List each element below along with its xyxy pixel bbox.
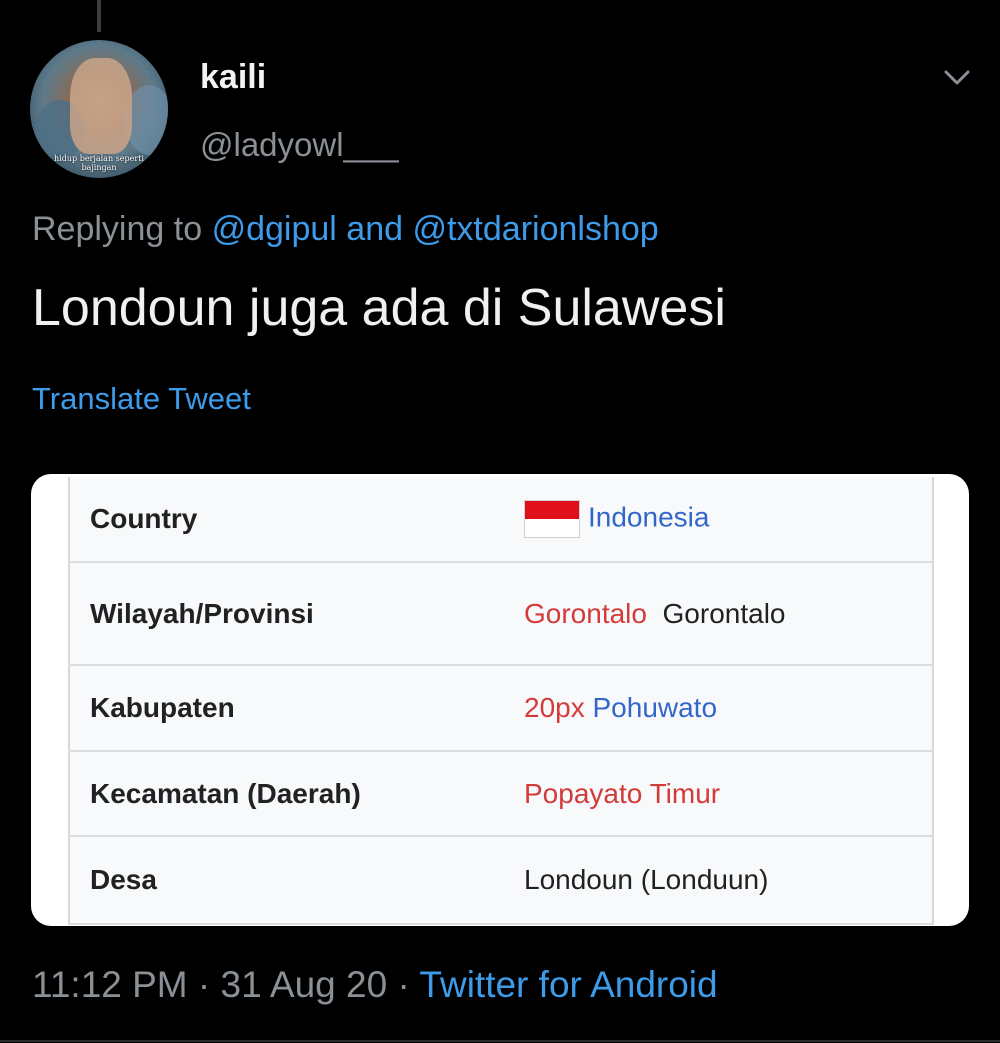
row-label: Desa: [69, 836, 504, 925]
replying-to-joiner: and: [346, 210, 404, 248]
chevron-down-icon[interactable]: [940, 60, 974, 94]
row-label: Country: [69, 477, 504, 563]
table-row: Kabupaten 20px Pohuwato: [69, 665, 933, 752]
divider: [0, 1040, 1000, 1042]
thread-connector-line: [97, 0, 101, 32]
translate-tweet-link[interactable]: Translate Tweet: [32, 381, 251, 417]
row-value: 20px Pohuwato: [504, 665, 933, 752]
author-handle[interactable]: @ladyowl___: [200, 126, 399, 164]
mention-link[interactable]: @dgipul: [212, 210, 337, 248]
tweet-text: Londoun juga ada di Sulawesi: [32, 279, 726, 337]
indonesia-flag-icon: [524, 500, 580, 538]
table-row: Country Indonesia: [69, 477, 933, 563]
avatar-art: [70, 58, 132, 154]
tweet-timestamp-line: 11:12 PM · 31 Aug 20 · Twitter for Andro…: [32, 964, 718, 1006]
table-row: Desa Londoun (Londuun): [69, 836, 933, 925]
row-value: Londoun (Londuun): [504, 836, 933, 925]
author-display-name[interactable]: kaili: [200, 58, 266, 97]
table-row: Kecamatan (Daerah) Popayato Timur: [69, 751, 933, 837]
replying-to-prefix: Replying to: [32, 210, 203, 248]
village-text: Londoun (Londuun): [524, 864, 769, 895]
row-label: Kabupaten: [69, 665, 504, 752]
regency-link: Pohuwato: [592, 692, 718, 723]
separator-dot: ·: [397, 964, 410, 1005]
avatar[interactable]: hidup berjalan seperti bajingan: [30, 40, 168, 178]
tweet-time[interactable]: 11:12 PM: [32, 964, 188, 1005]
row-value: Indonesia: [504, 477, 933, 563]
tweet-media-image[interactable]: Country Indonesia Wilayah/Provinsi Goron…: [31, 474, 969, 926]
row-value: Popayato Timur: [504, 751, 933, 837]
regency-prefix: 20px: [524, 692, 585, 723]
row-label: Kecamatan (Daerah): [69, 751, 504, 837]
replying-to-line: Replying to @dgipul and @txtdarionlshop: [32, 210, 659, 249]
avatar-caption: hidup berjalan seperti bajingan: [54, 154, 144, 172]
row-value: Gorontalo Gorontalo: [504, 562, 933, 666]
country-link: Indonesia: [588, 501, 710, 533]
province-link: Gorontalo: [524, 597, 647, 629]
row-label: Wilayah/Provinsi: [69, 562, 504, 666]
mention-link[interactable]: @txtdarionlshop: [412, 210, 658, 248]
location-info-table: Country Indonesia Wilayah/Provinsi Goron…: [68, 477, 934, 925]
province-text: Gorontalo: [662, 597, 786, 629]
tweet-source-link[interactable]: Twitter for Android: [419, 964, 717, 1005]
table-row: Wilayah/Provinsi Gorontalo Gorontalo: [69, 562, 933, 666]
tweet-date[interactable]: 31 Aug 20: [221, 964, 388, 1005]
district-link: Popayato Timur: [524, 777, 721, 809]
separator-dot: ·: [197, 964, 211, 1005]
